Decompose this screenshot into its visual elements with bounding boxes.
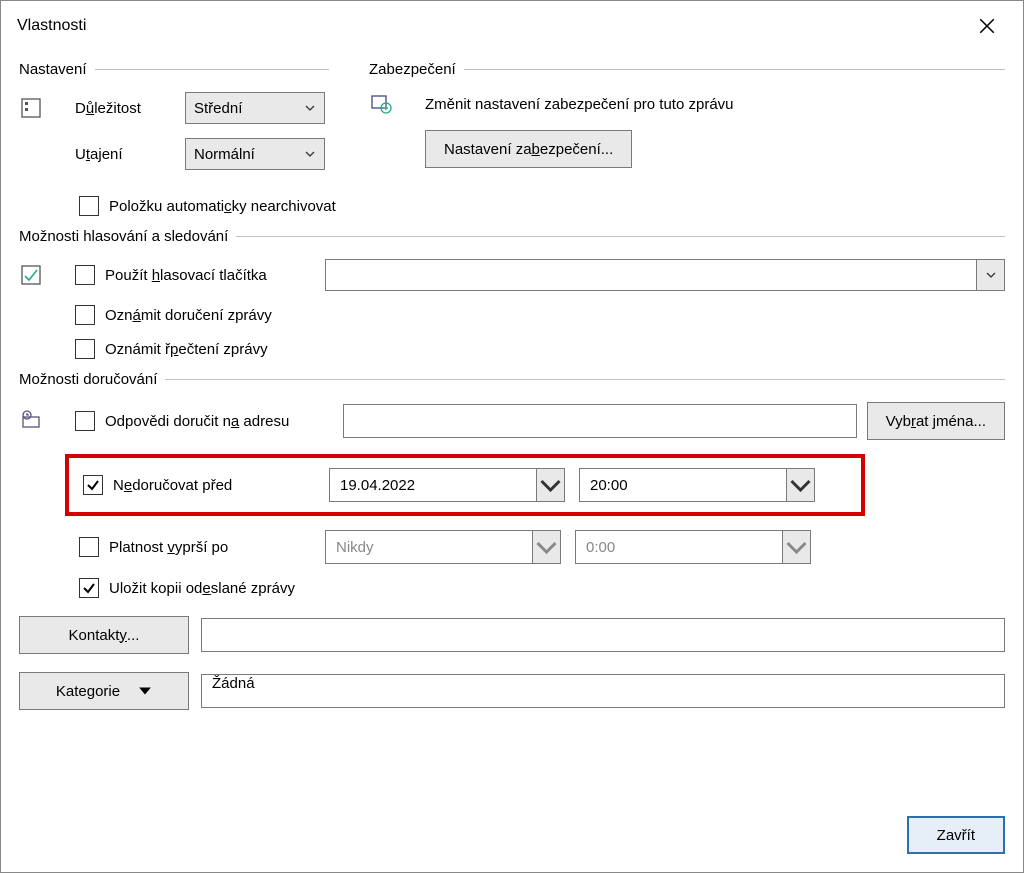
chevron-down-icon [985, 269, 997, 281]
check-icon [86, 478, 100, 492]
close-icon [978, 17, 996, 35]
titlebar: Vlastnosti [1, 1, 1023, 51]
checkbox-box [79, 196, 99, 216]
close-button[interactable] [967, 6, 1007, 46]
use-voting-buttons-checkbox[interactable]: Použít hlasovací tlačítka [75, 265, 315, 285]
not-before-time[interactable]: 20:00 [579, 468, 815, 502]
expires-after-checkbox[interactable]: Platnost vyprší po [79, 537, 311, 557]
chevron-down-icon [304, 148, 316, 160]
save-copy-checkbox[interactable]: Uložit kopii odeslané zprávy [79, 578, 295, 598]
reply-to-checkbox[interactable]: Odpovědi doručit na adresu [75, 411, 333, 431]
chevron-down-icon [783, 534, 810, 561]
contacts-button[interactable]: Kontakty... [19, 616, 189, 654]
categories-input[interactable]: Žádná [201, 674, 1005, 708]
sensitivity-select[interactable]: Normální [185, 138, 325, 170]
group-settings-header: Nastavení [19, 61, 329, 78]
check-icon [82, 581, 96, 595]
properties-dialog: Vlastnosti Nastavení Důležitost [0, 0, 1024, 873]
dialog-footer: Zavřít [1, 798, 1023, 872]
highlight-do-not-deliver-before: Nedoručovat před 19.04.2022 20:00 [65, 454, 865, 516]
do-not-deliver-before-checkbox[interactable]: Nedoručovat před [83, 475, 315, 495]
reply-to-input[interactable] [343, 404, 857, 438]
delivery-receipt-checkbox[interactable]: Oznámit doručení zprávy [75, 305, 272, 325]
window-title: Vlastnosti [17, 17, 86, 35]
group-voting-header: Možnosti hlasování a sledování [19, 228, 1005, 245]
group-delivery-header: Možnosti doručování [19, 371, 1005, 388]
chevron-down-icon [537, 472, 564, 499]
read-receipt-checkbox[interactable]: Oznámit řpečtení zprávy [75, 339, 268, 359]
chevron-down-icon [533, 534, 560, 561]
settings-icon [19, 96, 65, 120]
dropdown-triangle-icon [138, 684, 152, 698]
security-desc: Změnit nastavení zabezpečení pro tuto zp… [425, 96, 734, 113]
expires-time: 0:00 [575, 530, 811, 564]
sensitivity-label: Utajení [75, 146, 175, 163]
dialog-content: Nastavení Důležitost Střední [1, 51, 1023, 798]
security-settings-button[interactable]: Nastavení zabezpečení... [425, 130, 632, 168]
select-names-button[interactable]: Vybrat jména... [867, 402, 1005, 440]
delivery-icon [19, 409, 65, 433]
importance-label: Důležitost [75, 100, 175, 117]
contacts-input[interactable] [201, 618, 1005, 652]
chevron-down-icon [304, 102, 316, 114]
do-not-archive-checkbox[interactable]: Položku automaticky nearchivovat [79, 196, 336, 216]
voting-icon [19, 263, 65, 287]
voting-buttons-combo[interactable] [325, 259, 1005, 291]
security-icon [369, 92, 415, 116]
group-security-header: Zabezpečení [369, 61, 1005, 78]
categories-button[interactable]: Kategorie [19, 672, 189, 710]
close-dialog-button[interactable]: Zavřít [907, 816, 1005, 854]
importance-select[interactable]: Střední [185, 92, 325, 124]
not-before-date[interactable]: 19.04.2022 [329, 468, 565, 502]
expires-date: Nikdy [325, 530, 561, 564]
chevron-down-icon [787, 472, 814, 499]
